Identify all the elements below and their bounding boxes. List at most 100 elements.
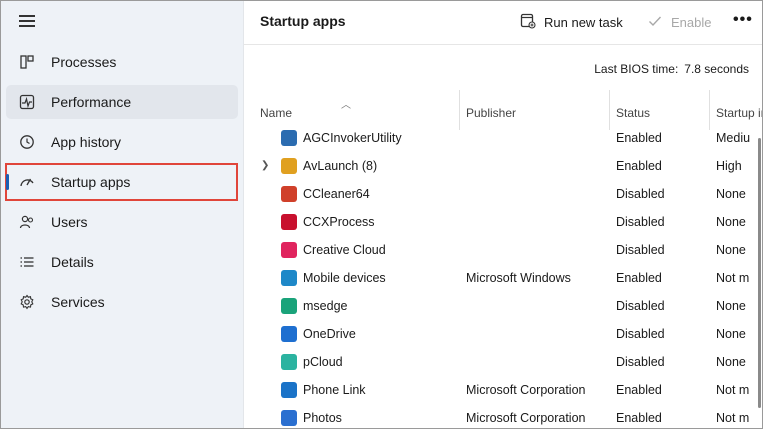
hamburger-menu-icon[interactable]: [19, 13, 37, 29]
bios-time-value: 7.8 seconds: [684, 62, 749, 76]
app-status: Disabled: [616, 327, 665, 341]
history-icon: [18, 133, 36, 151]
run-new-task-button[interactable]: Run new task: [520, 13, 623, 32]
app-name: AGCInvokerUtility: [303, 131, 402, 145]
more-options-button[interactable]: •••: [733, 11, 753, 29]
app-publisher: Microsoft Corporation: [466, 383, 586, 397]
table-row[interactable]: ❯ AvLaunch (8) Enabled High: [244, 152, 745, 180]
table-row[interactable]: CCXProcess Disabled None: [244, 208, 746, 236]
app-status: Disabled: [616, 215, 665, 229]
run-new-task-label: Run new task: [544, 15, 623, 30]
app-publisher: Microsoft Corporation: [466, 411, 586, 425]
sidebar-item-users[interactable]: Users: [6, 205, 238, 239]
sidebar-item-label: Startup apps: [51, 174, 131, 190]
app-publisher: Microsoft Windows: [466, 271, 571, 285]
processes-icon: [18, 53, 36, 71]
table-row[interactable]: Mobile devices Microsoft Windows Enabled No…: [244, 264, 749, 292]
sidebar-item-label: Details: [51, 254, 94, 270]
app-name: CCXProcess: [303, 215, 375, 229]
table-row[interactable]: Phone Link Microsoft Corporation Enabled No…: [244, 376, 749, 404]
app-startup-impact: Not m: [716, 271, 750, 285]
page-title: Startup apps: [260, 13, 346, 29]
column-header-publisher[interactable]: Publisher: [466, 106, 516, 120]
sidebar-item-services[interactable]: Services: [6, 285, 238, 319]
app-icon: [281, 298, 297, 314]
users-icon: [18, 213, 36, 231]
performance-icon: [18, 93, 36, 111]
sidebar-item-performance[interactable]: Performance: [6, 85, 238, 119]
app-startup-impact: High: [716, 159, 742, 173]
details-list-icon: [18, 253, 36, 271]
bios-time: Last BIOS time: 7.8 seconds: [594, 62, 749, 76]
enable-button[interactable]: Enable: [647, 13, 711, 32]
app-icon: [281, 270, 297, 286]
sidebar-item-app-history[interactable]: App history: [6, 125, 238, 159]
sidebar-item-label: App history: [51, 134, 122, 150]
sidebar: Processes Performance App history Startu…: [0, 0, 244, 429]
table-row[interactable]: AGCInvokerUtility Enabled Mediu: [244, 124, 750, 152]
sidebar-item-label: Processes: [51, 54, 117, 70]
app-status: Enabled: [616, 271, 662, 285]
app-name: AvLaunch (8): [303, 159, 378, 173]
table-row[interactable]: CCleaner64 Disabled None: [244, 180, 746, 208]
app-name: Mobile devices: [303, 271, 386, 285]
app-startup-impact: Not m: [716, 411, 750, 425]
table-row[interactable]: pCloud Disabled None: [244, 348, 746, 376]
sidebar-item-label: Services: [51, 294, 105, 310]
column-header-startup-impact[interactable]: Startup im: [716, 106, 762, 120]
app-icon: [281, 186, 297, 202]
app-status: Enabled: [616, 159, 662, 173]
column-header-status[interactable]: Status: [616, 106, 650, 120]
app-startup-impact: Mediu: [716, 131, 750, 145]
app-icon: [281, 354, 297, 370]
app-status: Enabled: [616, 383, 662, 397]
table-row[interactable]: OneDrive Disabled None: [244, 320, 746, 348]
app-name: OneDrive: [303, 327, 356, 341]
app-icon: [281, 214, 297, 230]
app-status: Enabled: [616, 411, 662, 425]
app-name: Phone Link: [303, 383, 366, 397]
app-icon: [281, 158, 297, 174]
toolbar: Startup apps Run new task Enable •••: [244, 0, 763, 44]
table-row[interactable]: Creative Cloud Disabled None: [244, 236, 746, 264]
app-status: Disabled: [616, 243, 665, 257]
chevron-right-icon[interactable]: ❯: [261, 160, 269, 171]
column-header-name[interactable]: Name: [260, 106, 292, 120]
sidebar-item-label: Users: [51, 214, 88, 230]
app-name: msedge: [303, 299, 348, 313]
divider: [244, 44, 763, 45]
app-startup-impact: None: [716, 327, 746, 341]
sidebar-item-details[interactable]: Details: [6, 245, 238, 279]
app-name: Creative Cloud: [303, 243, 386, 257]
bios-time-label: Last BIOS time:: [594, 62, 679, 76]
app-icon: [281, 130, 297, 146]
table-row[interactable]: msedge Disabled None: [244, 292, 746, 320]
sidebar-item-label: Performance: [51, 94, 132, 110]
app-icon: [281, 326, 297, 342]
app-status: Disabled: [616, 355, 665, 369]
main-panel: Startup apps Run new task Enable ••• Las…: [244, 0, 763, 429]
checkmark-icon: [647, 13, 663, 32]
app-startup-impact: None: [716, 187, 746, 201]
app-startup-impact: None: [716, 355, 746, 369]
app-icon: [281, 410, 297, 426]
vertical-scrollbar[interactable]: [758, 138, 761, 408]
run-task-icon: [520, 13, 536, 32]
enable-label: Enable: [671, 15, 712, 30]
app-startup-impact: None: [716, 299, 746, 313]
app-name: CCleaner64: [303, 187, 370, 201]
app-status: Disabled: [616, 299, 665, 313]
table-row[interactable]: Photos Microsoft Corporation Enabled Not m: [244, 404, 749, 432]
app-icon: [281, 242, 297, 258]
app-name: Photos: [303, 411, 342, 425]
services-gear-icon: [18, 293, 36, 311]
app-status: Disabled: [616, 187, 665, 201]
app-status: Enabled: [616, 131, 662, 145]
sidebar-item-processes[interactable]: Processes: [6, 45, 238, 79]
sidebar-item-startup-apps[interactable]: Startup apps: [5, 163, 238, 201]
app-icon: [281, 382, 297, 398]
startup-gauge-icon: [18, 173, 36, 191]
app-name: pCloud: [303, 355, 343, 369]
app-startup-impact: None: [716, 243, 746, 257]
app-startup-impact: None: [716, 215, 746, 229]
